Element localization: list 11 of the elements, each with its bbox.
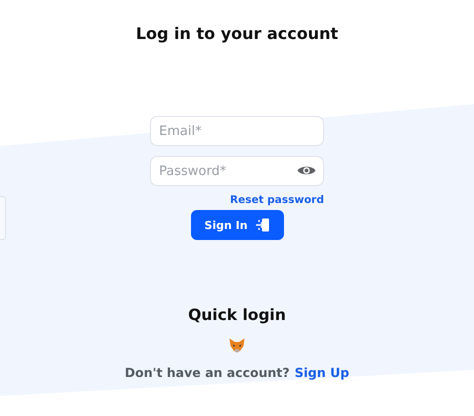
sign-in-button[interactable]: Sign In [190,210,284,240]
sign-up-link[interactable]: Sign Up [294,365,350,380]
signup-prompt: Don't have an account? [124,365,290,380]
password-field[interactable]: Password* [150,156,324,186]
page-title: Log in to your account [136,24,338,45]
door-icon [256,218,270,232]
reset-password-link[interactable]: Reset password [230,194,324,206]
eye-icon[interactable] [297,164,316,177]
email-field[interactable]: Email* [150,116,324,146]
fox-icon[interactable] [229,338,245,353]
quick-login-title: Quick login [188,306,286,324]
